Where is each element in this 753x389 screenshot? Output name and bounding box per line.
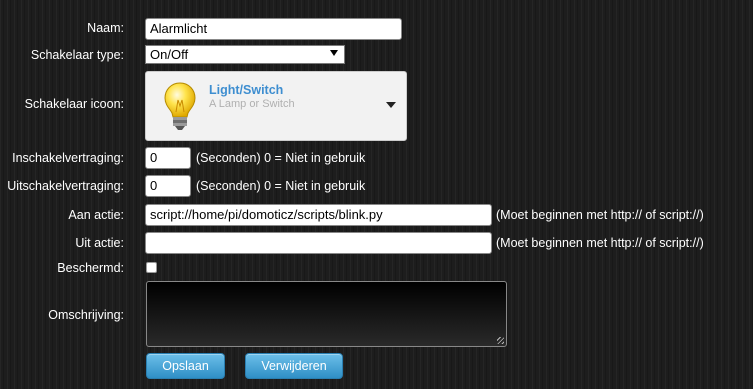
aan-actie-input[interactable]: script://home/pi/domoticz/scripts/blink.… — [145, 204, 492, 226]
caret-down-icon — [386, 102, 396, 108]
schakelaar-icoon-label: Schakelaar icoon: — [24, 97, 124, 111]
schakelaar-type-value: On/Off — [150, 47, 189, 62]
delete-button[interactable]: Verwijderen — [245, 353, 343, 379]
beschermd-checkbox[interactable] — [146, 262, 157, 273]
save-button[interactable]: Opslaan — [146, 353, 225, 379]
chevron-down-icon — [330, 50, 338, 56]
schakelaar-type-select[interactable]: On/Off — [145, 45, 345, 64]
light-bulb-icon — [164, 82, 196, 130]
icon-dropdown[interactable]: Light/Switch A Lamp or Switch — [145, 71, 407, 141]
uitschakelvertraging-input[interactable]: 0 — [145, 175, 191, 197]
inschakelvertraging-label: Inschakelvertraging: — [12, 151, 124, 165]
resize-grip-icon[interactable] — [497, 337, 504, 344]
omschrijving-textarea[interactable] — [146, 281, 507, 347]
uitschakelvertraging-hint: (Seconden) 0 = Niet in gebruik — [196, 179, 366, 193]
beschermd-label: Beschermd: — [57, 261, 124, 275]
omschrijving-label: Omschrijving: — [48, 308, 124, 322]
schakelaar-type-label: Schakelaar type: — [30, 48, 124, 62]
icon-title: Light/Switch — [209, 83, 284, 97]
uitschakelvertraging-label: Uitschakelvertraging: — [7, 179, 124, 193]
uit-actie-label: Uit actie: — [75, 236, 124, 250]
uit-actie-input[interactable] — [145, 232, 492, 254]
naam-label: Naam: — [87, 21, 124, 35]
inschakelvertraging-input[interactable]: 0 — [145, 147, 191, 169]
aan-actie-label: Aan actie: — [68, 208, 124, 222]
aan-actie-hint: (Moet beginnen met http:// of script://) — [496, 208, 704, 222]
icon-description: A Lamp or Switch — [209, 98, 295, 110]
naam-input[interactable]: Alarmlicht — [145, 18, 402, 40]
uit-actie-hint: (Moet beginnen met http:// of script://) — [496, 236, 704, 250]
inschakelvertraging-hint: (Seconden) 0 = Niet in gebruik — [196, 151, 366, 165]
